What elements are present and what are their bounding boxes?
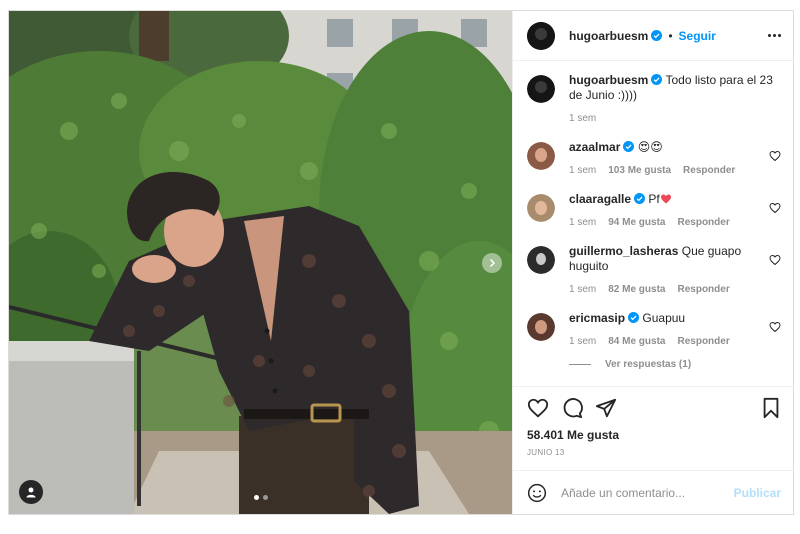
comment-username[interactable]: guillermo_lasheras: [569, 244, 678, 258]
comment-row: azaalmar 😍😍 1 sem 103 Me gusta Responder: [527, 140, 781, 178]
comment-likes[interactable]: 84 Me gusta: [608, 334, 665, 349]
reply-button[interactable]: Responder: [683, 163, 735, 178]
tag-user-button[interactable]: [19, 480, 43, 504]
follow-button[interactable]: Seguir: [679, 29, 716, 43]
comment-text: Pf: [648, 192, 660, 206]
reply-button[interactable]: Responder: [677, 334, 729, 349]
comment-time[interactable]: 1 sem: [569, 215, 596, 230]
comment-likes[interactable]: 82 Me gusta: [608, 282, 665, 297]
more-options-icon[interactable]: [768, 34, 781, 37]
carousel-indicator: [253, 495, 268, 500]
comment-composer: Publicar: [513, 470, 793, 514]
verified-badge-icon: [651, 30, 663, 41]
view-replies-label: Ver respuestas (1): [605, 359, 692, 370]
view-replies-button[interactable]: Ver respuestas (1): [569, 359, 781, 370]
verified-badge-icon: [623, 141, 635, 152]
photo-scene: [9, 11, 512, 514]
share-icon[interactable]: [595, 397, 617, 419]
carousel-next-button[interactable]: [482, 253, 502, 273]
comment-username[interactable]: azaalmar: [569, 140, 620, 154]
replies-divider: [569, 364, 591, 365]
comment-avatar[interactable]: [527, 246, 555, 274]
reply-button[interactable]: Responder: [677, 215, 729, 230]
post-dialog: hugoarbuesm • Seguir hugoarbuesm Todo li…: [8, 10, 794, 515]
verified-badge-icon: [628, 312, 640, 323]
heart-icon[interactable]: [769, 254, 781, 266]
verified-badge-icon: [651, 74, 663, 85]
author-avatar[interactable]: [527, 21, 555, 50]
comment-row: guillermo_lasheras Que guapo huguito 1 s…: [527, 244, 781, 297]
red-heart-icon: [660, 194, 671, 204]
comments-list[interactable]: hugoarbuesm Todo listo para el 23 de Jun…: [513, 61, 793, 386]
post-side-panel: hugoarbuesm • Seguir hugoarbuesm Todo li…: [512, 11, 793, 514]
comment-avatar[interactable]: [527, 313, 555, 341]
carousel-dot: [253, 495, 259, 500]
publish-button[interactable]: Publicar: [734, 486, 781, 500]
header-separator: •: [668, 28, 673, 43]
heart-icon[interactable]: [769, 202, 781, 214]
reply-button[interactable]: Responder: [677, 282, 729, 297]
comment-row: claaragalle Pf 1 sem 94 Me gusta Respond…: [527, 192, 781, 230]
author-username[interactable]: hugoarbuesm: [569, 29, 648, 43]
caption-avatar[interactable]: [527, 75, 555, 103]
comment-avatar[interactable]: [527, 194, 555, 222]
caption-username[interactable]: hugoarbuesm: [569, 73, 648, 87]
comment-text: Guapuu: [642, 311, 686, 325]
action-bar: 58.401 Me gusta JUNIO 13: [513, 386, 793, 470]
caption-time[interactable]: 1 sem: [569, 111, 596, 126]
bookmark-icon[interactable]: [761, 397, 781, 419]
post-photo[interactable]: [9, 11, 512, 514]
tag-user-icon: [26, 487, 36, 498]
comment-time[interactable]: 1 sem: [569, 163, 596, 178]
emoji-icon[interactable]: [527, 483, 547, 503]
verified-badge-icon: [634, 193, 646, 204]
heart-icon[interactable]: [527, 397, 549, 419]
comment-avatar[interactable]: [527, 142, 555, 170]
comment-username[interactable]: ericmasip: [569, 311, 625, 325]
caption-row: hugoarbuesm Todo listo para el 23 de Jun…: [527, 73, 781, 126]
comment-text: 😍😍: [637, 140, 663, 154]
post-date[interactable]: JUNIO 13: [527, 448, 781, 457]
comment-likes[interactable]: 103 Me gusta: [608, 163, 671, 178]
heart-icon[interactable]: [769, 150, 781, 162]
post-header: hugoarbuesm • Seguir: [513, 11, 793, 61]
comment-username[interactable]: claaragalle: [569, 192, 631, 206]
heart-icon[interactable]: [769, 321, 781, 333]
comment-likes[interactable]: 94 Me gusta: [608, 215, 665, 230]
comment-input[interactable]: [561, 485, 734, 500]
comment-time[interactable]: 1 sem: [569, 334, 596, 349]
carousel-dot: [262, 495, 268, 500]
comment-icon[interactable]: [561, 397, 583, 419]
comment-row: ericmasip Guapuu 1 sem 84 Me gusta Respo…: [527, 311, 781, 349]
comment-time[interactable]: 1 sem: [569, 282, 596, 297]
next-arrow-icon: [489, 258, 496, 268]
likes-count[interactable]: 58.401 Me gusta: [527, 428, 781, 442]
